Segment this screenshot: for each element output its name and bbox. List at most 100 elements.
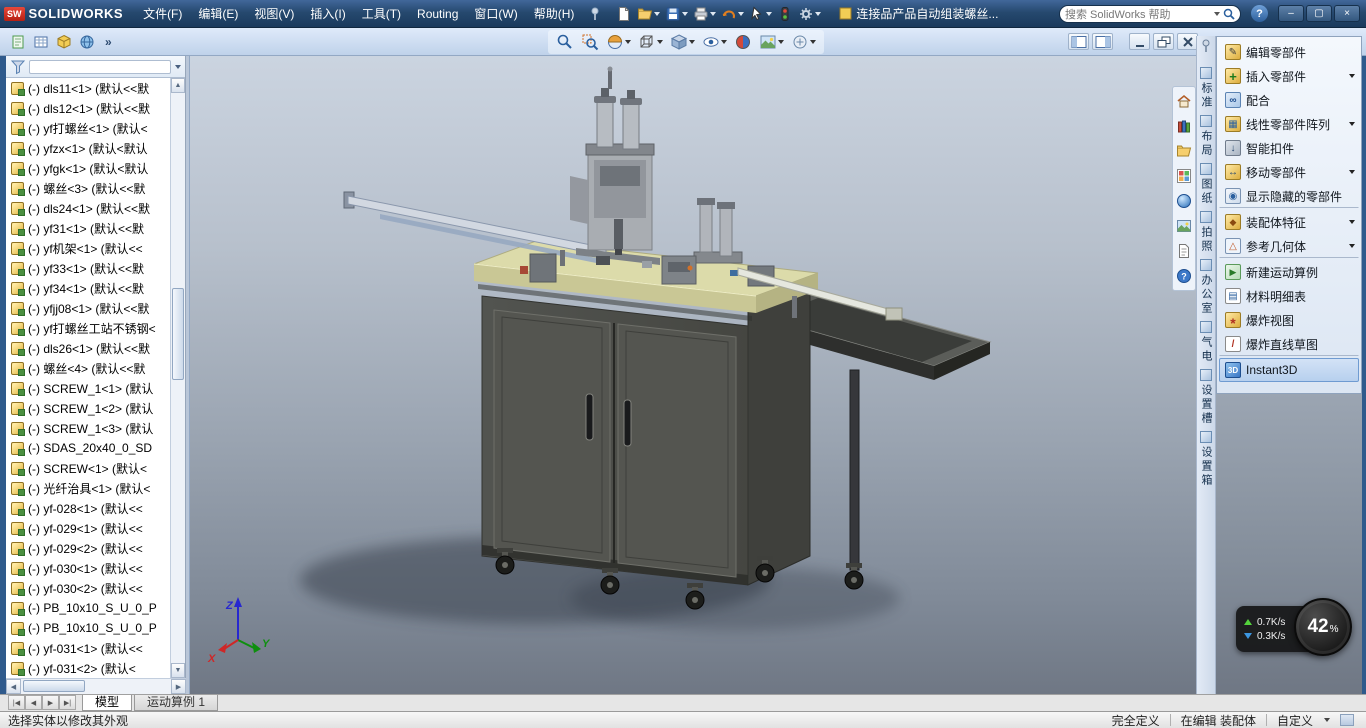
tree-item[interactable]: (-) 光纤治具<1> (默认< (6, 478, 171, 498)
zoom-to-area-button[interactable] (579, 31, 601, 53)
scroll-down-icon[interactable]: ▼ (171, 663, 185, 678)
tree-item[interactable]: (-) PB_10x10_S_U_0_P (6, 618, 171, 638)
menu-item[interactable]: 插入(I) (302, 2, 353, 25)
graphics-area[interactable]: Z Y X (190, 56, 1196, 694)
tab-nav-button[interactable]: ▶| (59, 695, 76, 710)
open-button[interactable] (635, 3, 662, 25)
section-view-button[interactable] (604, 31, 633, 53)
table-icon-button[interactable] (31, 31, 51, 53)
assembly-menu-item[interactable]: 爆炸视图 (1219, 308, 1359, 332)
status-custom[interactable]: 自定义 (1277, 712, 1313, 728)
tab-nav-button[interactable]: |◀ (8, 695, 25, 710)
tree-item[interactable]: (-) 螺丝<4> (默认<<默 (6, 358, 171, 378)
tree-item[interactable]: (-) yf-028<1> (默认<< (6, 498, 171, 518)
scenes-icon[interactable] (1175, 217, 1193, 235)
filter-funnel-icon[interactable] (10, 59, 26, 75)
menu-item[interactable]: 窗口(W) (466, 2, 525, 25)
pane-right-icon[interactable] (1092, 33, 1113, 50)
hide-show-items-button[interactable] (700, 31, 729, 53)
minimize-doc-icon[interactable] (1129, 33, 1150, 50)
tree-item[interactable]: (-) SCREW<1> (默认< (6, 458, 171, 478)
menu-item[interactable]: 编辑(E) (190, 2, 246, 25)
globe-icon-button[interactable] (77, 31, 97, 53)
save-button[interactable] (663, 3, 690, 25)
edit-appearance-button[interactable] (732, 31, 754, 53)
appearances-icon[interactable] (1175, 192, 1193, 210)
design-library-icon[interactable] (1175, 117, 1193, 135)
tree-item[interactable]: (-) SCREW_1<3> (默认 (6, 418, 171, 438)
menu-item[interactable]: 工具(T) (354, 2, 409, 25)
minimize-button[interactable]: – (1278, 5, 1304, 22)
filter-caret-icon[interactable] (175, 65, 181, 69)
open-caret-icon[interactable] (654, 12, 660, 16)
task-pane-help-icon[interactable]: ? (1175, 267, 1193, 285)
quick-tips-icon[interactable] (1340, 714, 1354, 726)
scrollbar-track[interactable] (171, 93, 185, 663)
assembly-menu-item[interactable]: 配合 (1219, 88, 1359, 112)
zoom-to-fit-button[interactable] (554, 31, 576, 53)
search-icon[interactable] (1223, 8, 1235, 20)
print-button[interactable] (691, 3, 718, 25)
assembly-menu-item[interactable]: 参考几何体 (1219, 234, 1359, 258)
view-settings-caret-icon[interactable] (810, 40, 816, 44)
tree-item[interactable]: (-) SCREW_1<2> (默认 (6, 398, 171, 418)
tree-item[interactable]: (-) yf31<1> (默认<<默 (6, 218, 171, 238)
tree-item[interactable]: (-) SCREW_1<1> (默认 (6, 378, 171, 398)
side-tab[interactable]: 气电 (1198, 321, 1214, 364)
tree-item[interactable]: (-) yf-031<1> (默认<< (6, 638, 171, 658)
select-button[interactable] (747, 3, 774, 25)
assembly-menu-item[interactable]: 线性零部件阵列 (1219, 112, 1359, 136)
tree-item[interactable]: (-) yf-030<1> (默认<< (6, 558, 171, 578)
assembly-menu-item[interactable]: 插入零部件 (1219, 64, 1359, 88)
display-style-button[interactable] (668, 31, 697, 53)
tree-item[interactable]: (-) dls26<1> (默认<<默 (6, 338, 171, 358)
side-tab[interactable]: 办公室 (1198, 259, 1214, 316)
tree-item[interactable]: (-) yf打螺丝工站不锈钢< (6, 318, 171, 338)
strip-pin-icon[interactable] (1201, 39, 1211, 58)
hscrollbar-track[interactable] (21, 679, 171, 694)
cabinet[interactable] (482, 275, 810, 585)
tree-item[interactable]: (-) PB_10x10_S_U_0_P (6, 598, 171, 618)
bottom-tab[interactable]: 运动算例 1 (134, 695, 218, 711)
pane-left-icon[interactable] (1068, 33, 1089, 50)
tree-item[interactable]: (-) dls12<1> (默认<<默 (6, 98, 171, 118)
view-orientation-caret-icon[interactable] (657, 40, 663, 44)
menu-item[interactable]: Routing (409, 4, 466, 24)
new-document-button[interactable] (614, 3, 634, 25)
assembly-menu-item[interactable]: 移动零部件 (1219, 160, 1359, 184)
view-orientation-button[interactable] (636, 31, 665, 53)
scrollbar-thumb[interactable] (172, 288, 184, 380)
tree-item[interactable]: (-) yf打螺丝<1> (默认< (6, 118, 171, 138)
menu-item[interactable]: 文件(F) (135, 2, 190, 25)
bottom-tab[interactable]: 模型 (82, 695, 132, 711)
menu-item[interactable]: 帮助(H) (526, 2, 583, 25)
home-icon[interactable] (1175, 92, 1193, 110)
assembly-menu-item[interactable]: 显示隐藏的零部件 (1219, 184, 1359, 208)
help-icon[interactable]: ? (1251, 5, 1268, 22)
flyout-arrow-icon[interactable] (1349, 220, 1355, 224)
scroll-left-icon[interactable]: ◀ (6, 679, 21, 694)
tree-item[interactable]: (-) yf34<1> (默认<<默 (6, 278, 171, 298)
tree-item[interactable]: (-) yfjj08<1> (默认<<默 (6, 298, 171, 318)
side-tab[interactable]: 布局 (1198, 115, 1214, 158)
print-caret-icon[interactable] (710, 12, 716, 16)
memory-percent-ball[interactable]: 42 % (1294, 598, 1352, 656)
assembly-menu-item[interactable]: 智能扣件 (1219, 136, 1359, 160)
custom-properties-icon[interactable] (1175, 242, 1193, 260)
save-caret-icon[interactable] (682, 12, 688, 16)
tree-item[interactable]: (-) yf-031<2> (默认< (6, 658, 171, 678)
3d-model-scene[interactable]: Z Y X (190, 56, 1196, 694)
undo-caret-icon[interactable] (738, 12, 744, 16)
side-tab[interactable]: 设置箱 (1198, 431, 1214, 488)
scroll-right-icon[interactable]: ▶ (171, 679, 186, 694)
close-button[interactable]: × (1334, 5, 1360, 22)
cabinet-door-right[interactable] (618, 324, 736, 577)
display-style-caret-icon[interactable] (689, 40, 695, 44)
select-caret-icon[interactable] (766, 12, 772, 16)
menu-pin-icon[interactable] (590, 7, 600, 21)
side-tab[interactable]: 标准 (1198, 67, 1214, 110)
side-tab[interactable]: 图纸 (1198, 163, 1214, 206)
options-caret-icon[interactable] (815, 12, 821, 16)
file-explorer-icon[interactable] (1175, 142, 1193, 160)
flyout-arrow-icon[interactable] (1349, 170, 1355, 174)
